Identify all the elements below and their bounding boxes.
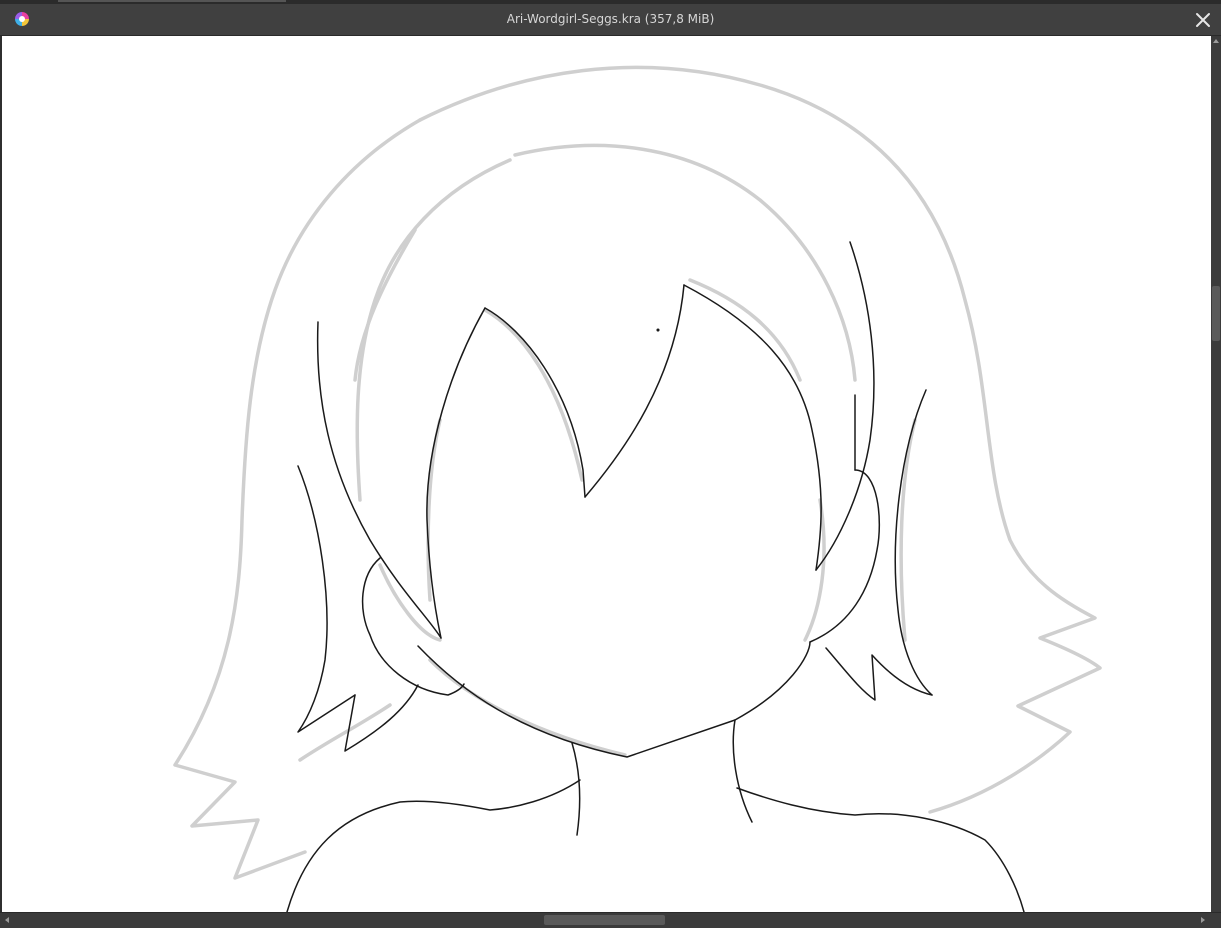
horizontal-scrollbar[interactable] [0,912,1221,928]
drawing-canvas[interactable] [2,36,1211,912]
lineart-layer [286,241,1025,912]
vertical-scroll-thumb[interactable] [1212,286,1220,341]
krita-canvas-window: Ari-Wordgirl-Seggs.kra (357,8 MiB) [0,0,1221,928]
window-title: Ari-Wordgirl-Seggs.kra (357,8 MiB) [506,12,715,26]
titlebar[interactable]: Ari-Wordgirl-Seggs.kra (357,8 MiB) [0,4,1221,36]
tab-hint[interactable] [58,0,286,2]
vertical-scrollbar[interactable] [1211,36,1221,912]
horizontal-scroll-thumb[interactable] [544,915,665,925]
sketch-layer [173,65,1102,880]
close-icon[interactable] [1193,10,1213,30]
artwork [173,65,1102,912]
arrow-left-icon[interactable] [3,916,11,924]
arrow-up-icon[interactable] [1212,37,1220,45]
arrow-right-icon[interactable] [1199,916,1207,924]
